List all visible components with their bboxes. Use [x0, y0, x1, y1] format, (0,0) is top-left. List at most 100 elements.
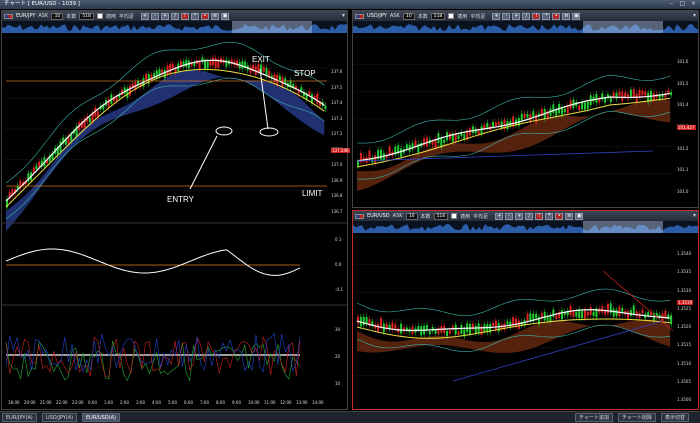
candle-body [486, 122, 489, 128]
x-tick-label: 7:00 [200, 400, 209, 405]
candle-body [262, 66, 265, 72]
candle-body [185, 59, 188, 67]
y-tick-label: 101.6 [677, 59, 689, 64]
tab-eurusd[interactable]: EUR/USD(A) [82, 413, 120, 422]
y-tick-label: 20 [335, 354, 341, 359]
candle-body [635, 311, 638, 317]
ichimoku-cloud [6, 69, 325, 231]
chart-panel-eurusd: EUR/USD ASK 10 本数 518 適用 平均足 + - + / ! *… [352, 210, 699, 410]
candle-body [578, 105, 581, 111]
y-tick-label: 1.3510 [677, 360, 691, 366]
candle-body [477, 130, 480, 135]
candle-body [615, 92, 618, 99]
tab-usdjpy[interactable]: USD/JPY(A) [42, 413, 78, 422]
candle-body [581, 311, 584, 319]
candle-body [586, 101, 589, 109]
close-icon[interactable]: × [690, 1, 697, 7]
candle-body [566, 105, 569, 114]
candle-body [362, 316, 365, 326]
candle-body [209, 60, 212, 66]
candle-body [70, 134, 73, 141]
bollinger-upper [5, 41, 325, 184]
y-tick-label: 101.1 [677, 167, 689, 173]
x-tick-label: 12:00 [280, 400, 292, 405]
candle-body [88, 117, 91, 123]
candle-body [575, 311, 578, 317]
dmi-line [5, 332, 301, 373]
candle-body [457, 331, 460, 335]
candle-body [357, 316, 359, 324]
candle-body [492, 121, 495, 127]
candle-body [166, 65, 169, 75]
tab-eurjpy[interactable]: EUR/JPY(A) [2, 413, 37, 422]
candle-body [428, 331, 431, 335]
y-tick-label: 101.2 [677, 145, 689, 151]
y-tick-label: 137.5 [331, 84, 343, 90]
candle-body [526, 113, 529, 118]
minimize-icon[interactable]: – [668, 1, 675, 7]
candle-body [454, 324, 457, 335]
x-tick-label: 18:00 [8, 400, 20, 405]
bottom-tab-bar: EUR/JPY(A) USD/JPY(A) EUR/USD(A) チャート追加 … [0, 411, 700, 423]
maximize-icon[interactable]: □ [679, 1, 686, 7]
y-tick-label: 0.0 [335, 262, 342, 267]
candle-body [606, 303, 609, 314]
candle-body [211, 57, 214, 66]
y-tick-label: 1.3500 [677, 397, 691, 402]
candle-body [595, 93, 598, 103]
candle-body [400, 323, 403, 334]
add-chart-button[interactable]: チャート追加 [575, 413, 613, 422]
candle-body [443, 139, 446, 143]
candle-body [552, 104, 555, 113]
candle-body [621, 91, 624, 102]
candle-body [316, 93, 319, 104]
candle-body [670, 92, 673, 96]
candle-body [145, 73, 148, 81]
candle-body [494, 320, 497, 330]
candle-body [297, 90, 300, 94]
y-tick-label: 1.3505 [677, 378, 691, 384]
entry-marker [215, 126, 233, 136]
candle-body [463, 134, 466, 139]
y-tick-label: 137.2 [331, 131, 343, 137]
candle-body [506, 321, 509, 325]
candle-body [583, 102, 586, 110]
y-tick-label: 1.3525 [677, 305, 691, 311]
candle-body [543, 311, 546, 321]
candle-body [555, 315, 558, 319]
main-chart[interactable] [353, 11, 698, 207]
candle-body [581, 102, 584, 110]
candle-body [357, 161, 359, 166]
limit-annotation: LIMIT [302, 189, 323, 198]
candle-body [638, 89, 641, 97]
candle-body [520, 113, 523, 121]
x-tick-label: 1:00 [104, 400, 113, 405]
candle-body [457, 135, 460, 140]
candle-body [601, 306, 604, 313]
candle-body [618, 306, 621, 317]
candle-body [647, 311, 650, 316]
x-tick-label: 5:00 [168, 400, 177, 405]
candle-body [563, 108, 566, 113]
y-tick-label: 1.3530 [677, 287, 691, 293]
dmi-line [5, 336, 301, 377]
candle-body [612, 92, 615, 98]
candle-body [417, 326, 420, 330]
x-tick-label: 22:00 [56, 400, 68, 405]
candle-body [257, 63, 260, 72]
chart-panel-usdjpy: USD/JPY ASK 10 本数 518 適用 平均足 + - + / ! *… [352, 10, 699, 208]
y-tick-label: 136.8 [331, 193, 343, 199]
main-chart[interactable] [353, 211, 698, 409]
candle-body [38, 161, 41, 167]
candle-body [446, 330, 449, 337]
candle-body [193, 62, 196, 66]
x-tick-label: 20:00 [24, 400, 36, 405]
candle-body [627, 311, 630, 319]
toggle-view-button[interactable]: 表示切替 [661, 413, 690, 422]
x-tick-label: 9:00 [232, 400, 241, 405]
entry-pointer [189, 135, 218, 190]
y-tick-label: 137.4 [331, 100, 343, 106]
candle-body [494, 122, 497, 127]
candle-body [460, 325, 463, 334]
delete-chart-button[interactable]: チャート削除 [618, 413, 656, 422]
